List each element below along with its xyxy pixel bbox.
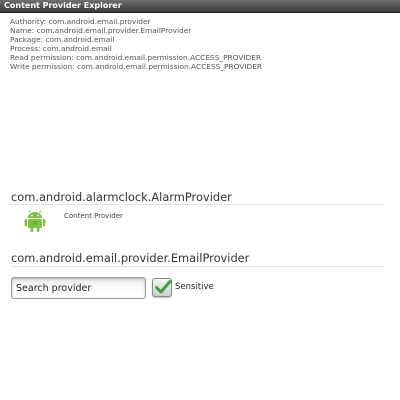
divider (10, 204, 385, 205)
provider-header-alarm[interactable]: com.android.alarmclock.AlarmProvider (11, 190, 232, 204)
authority-text: Authority: com.android.email.provider (10, 17, 151, 26)
package-text: Package: com.android.email (10, 35, 115, 44)
provider-details: Authority: com.android.email.provider Na… (10, 17, 395, 71)
name-text: Name: com.android.email.provider.EmailPr… (10, 26, 192, 35)
process-text: Process: com.android.email (10, 44, 112, 53)
app-title: Content Provider Explorer (4, 1, 122, 10)
provider-header-email[interactable]: com.android.email.provider.EmailProvider (11, 251, 249, 265)
checkmark-icon (155, 280, 172, 294)
write-permission-text: Write permission: com.android.email.perm… (10, 62, 263, 71)
android-robot-icon (22, 209, 48, 233)
provider-item-alarm[interactable]: Content Provider (22, 209, 382, 233)
provider-type-label: Content Provider (64, 212, 123, 220)
sensitive-checkbox[interactable] (152, 278, 172, 297)
divider (10, 266, 385, 267)
title-bar: Content Provider Explorer (0, 0, 400, 13)
read-permission-text: Read permission: com.android.email.permi… (10, 53, 262, 62)
search-input[interactable] (11, 277, 146, 299)
sensitive-label: Sensitive (175, 282, 214, 292)
